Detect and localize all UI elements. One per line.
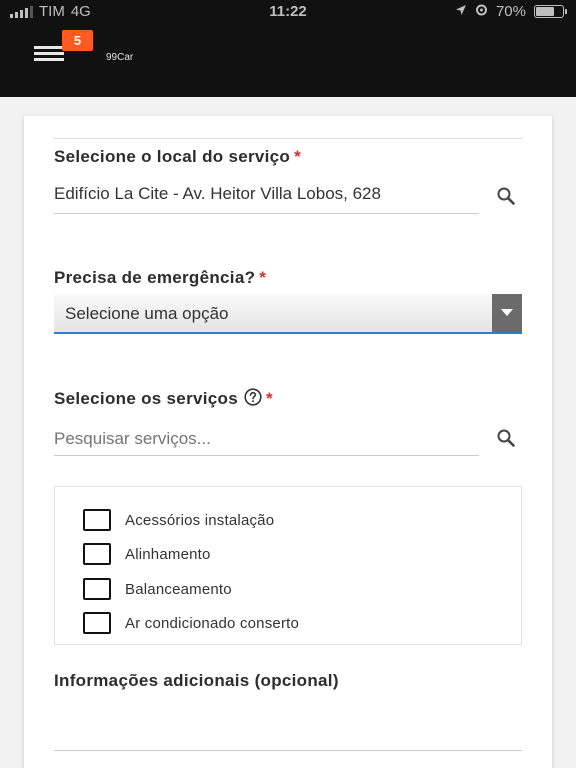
additional-info-label: Informações adicionais (opcional) [54, 671, 339, 690]
status-right: 70% [455, 3, 567, 20]
services-label: Selecione os serviços * [54, 388, 273, 409]
notification-badge: 5 [62, 30, 93, 51]
battery-percent: 70% [495, 3, 526, 20]
location-arrow-icon [455, 3, 467, 20]
checkbox[interactable] [83, 612, 111, 634]
search-icon[interactable] [496, 186, 516, 206]
location-label-text: Selecione o local do serviço [54, 147, 291, 166]
required-mark: * [259, 268, 267, 287]
help-icon[interactable] [244, 388, 262, 406]
emergency-select[interactable]: Selecione uma opção [54, 294, 522, 334]
app-header: TIM 4G 11:22 70% 5 99Car [0, 0, 576, 97]
service-form-card: Selecione o local do serviço * Edifício L… [24, 116, 552, 768]
service-item-label: Acessórios instalação [125, 511, 275, 529]
service-item-ar-condicionado[interactable]: Ar condicionado conserto [83, 612, 299, 634]
service-item-label: Balanceamento [125, 580, 232, 598]
services-search-input[interactable] [54, 422, 479, 456]
additional-info-input[interactable] [54, 712, 522, 750]
checkbox[interactable] [83, 509, 111, 531]
search-icon[interactable] [496, 428, 516, 448]
emergency-select-value: Selecione uma opção [65, 304, 229, 323]
service-item-acessorios[interactable]: Acessórios instalação [83, 509, 274, 531]
required-mark: * [265, 389, 273, 408]
alarm-icon [475, 3, 488, 20]
hamburger-menu-icon[interactable] [34, 46, 64, 66]
battery-fill [536, 7, 555, 16]
service-item-label: Ar condicionado conserto [125, 614, 300, 632]
service-item-alinhamento[interactable]: Alinhamento [83, 543, 211, 565]
emergency-label: Precisa de emergência? * [54, 268, 266, 288]
divider [54, 138, 522, 139]
battery-icon [534, 5, 567, 18]
services-label-text: Selecione os serviços [54, 389, 238, 408]
services-list: Acessórios instalação Alinhamento Balanc… [54, 486, 522, 645]
checkbox[interactable] [83, 578, 111, 600]
emergency-label-text: Precisa de emergência? [54, 268, 256, 287]
service-item-balanceamento[interactable]: Balanceamento [83, 578, 232, 600]
brand-name: 99Car [106, 52, 134, 63]
chevron-down-icon[interactable] [492, 294, 522, 332]
service-item-label: Alinhamento [125, 545, 211, 563]
required-mark: * [294, 147, 302, 166]
location-input[interactable]: Edifício La Cite - Av. Heitor Villa Lobo… [54, 184, 479, 214]
status-bar: TIM 4G 11:22 70% [0, 0, 576, 24]
location-label: Selecione o local do serviço * [54, 147, 301, 167]
checkbox[interactable] [83, 543, 111, 565]
additional-info-underline [54, 750, 522, 751]
